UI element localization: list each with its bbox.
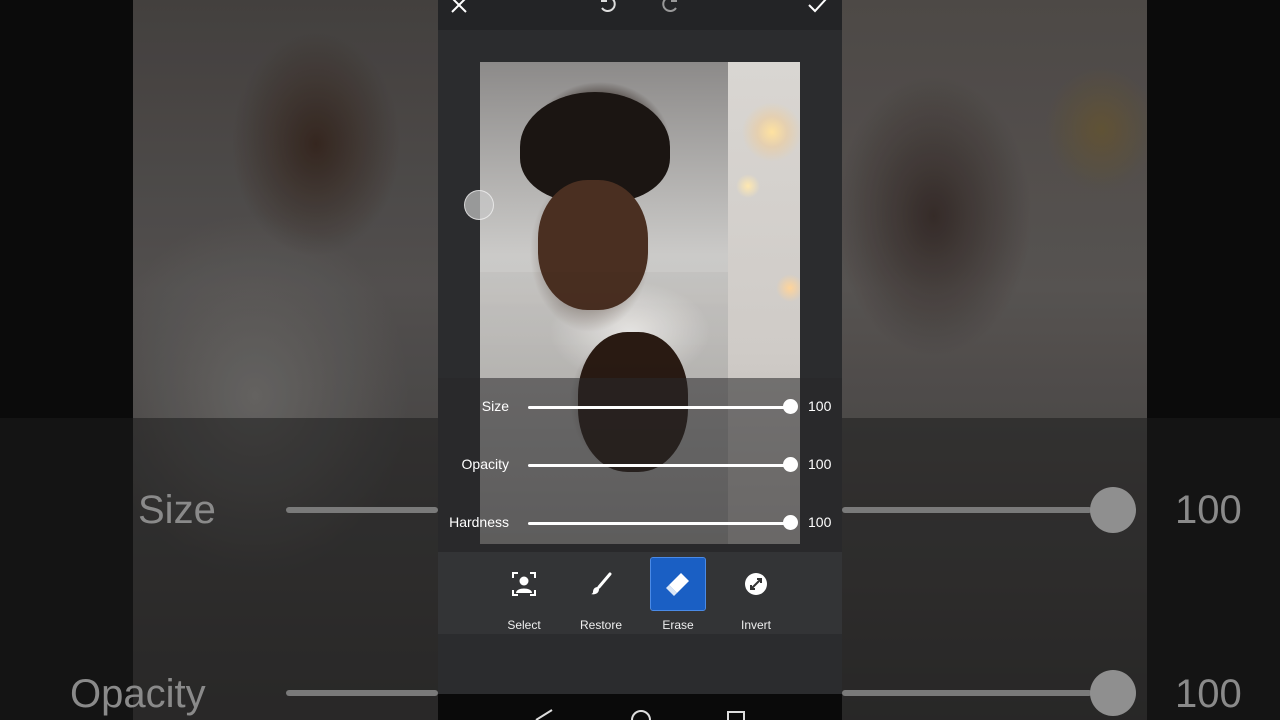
android-nav-bar (438, 694, 842, 720)
back-icon[interactable] (532, 708, 554, 720)
hardness-value: 100 (808, 514, 832, 530)
home-icon[interactable] (630, 708, 652, 720)
brush-cursor[interactable] (464, 190, 494, 220)
backdrop-size-track (286, 507, 438, 513)
size-value: 100 (808, 398, 832, 414)
brush-icon (574, 558, 628, 610)
backdrop-size-value: 100 (1175, 488, 1242, 532)
invert-icon (729, 558, 783, 610)
backdrop-opacity-track (286, 690, 438, 696)
size-slider-thumb[interactable] (782, 399, 798, 414)
select-person-icon (497, 558, 551, 610)
brush-settings-panel: Size 100 Opacity 100 Hardness 100 (438, 378, 842, 552)
opacity-slider-thumb[interactable] (782, 457, 798, 472)
eraser-icon (650, 557, 706, 611)
backdrop-size-label: Size (138, 488, 216, 532)
restore-tool[interactable]: Restore (574, 556, 628, 634)
backdrop-size-track-right (842, 507, 1092, 513)
select-tool[interactable]: Select (497, 556, 551, 634)
undo-icon[interactable] (594, 0, 620, 18)
erase-tool[interactable]: Erase (650, 556, 706, 634)
backdrop-size-thumb (1090, 487, 1136, 533)
tool-bar: Select Restore Erase Invert (438, 552, 842, 634)
select-tool-label: Select (507, 618, 541, 632)
opacity-slider-row: Opacity 100 (438, 450, 842, 480)
invert-tool[interactable]: Invert (729, 556, 783, 634)
check-icon[interactable] (804, 0, 830, 18)
phone-screen: Size 100 Opacity 100 Hardness 100 Select… (438, 0, 842, 720)
backdrop-opacity-value: 100 (1175, 672, 1242, 716)
redo-icon[interactable] (658, 0, 684, 18)
opacity-slider-track[interactable] (528, 464, 790, 467)
top-toolbar (438, 0, 842, 30)
restore-tool-label: Restore (579, 618, 623, 632)
hardness-slider-thumb[interactable] (782, 515, 798, 530)
hardness-label: Hardness (449, 514, 509, 530)
backdrop-opacity-label: Opacity (70, 672, 206, 716)
size-label: Size (481, 398, 509, 414)
size-slider-row: Size 100 (438, 392, 842, 422)
hardness-slider-track[interactable] (528, 522, 790, 525)
size-slider-track[interactable] (528, 406, 790, 409)
bottom-spacer (438, 634, 842, 694)
invert-tool-label: Invert (740, 618, 771, 632)
opacity-label: Opacity (461, 456, 509, 472)
hardness-slider-row: Hardness 100 (438, 508, 842, 538)
backdrop-opacity-track-right (842, 690, 1092, 696)
recents-icon[interactable] (726, 708, 746, 720)
close-icon[interactable] (446, 0, 472, 18)
backdrop-opacity-thumb (1090, 670, 1136, 716)
opacity-value: 100 (808, 456, 832, 472)
erase-tool-label: Erase (662, 618, 694, 632)
